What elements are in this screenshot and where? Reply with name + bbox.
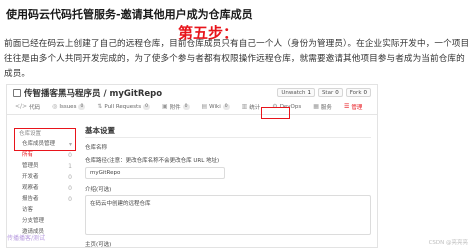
tab-badge: 0	[143, 103, 150, 110]
tab-pull-requests[interactable]: ⇅ Pull Requests 0	[97, 103, 150, 110]
unwatch-count: 1	[307, 90, 311, 96]
repo-path-input[interactable]: myGitRepo	[85, 167, 225, 179]
sidebar-item-label: 管理员	[22, 163, 39, 169]
page-title: 使用码云代码托管服务-邀请其他用户成为仓库成员	[6, 8, 253, 21]
code-icon: </>	[15, 103, 28, 110]
tab-label: 代码	[29, 104, 41, 111]
sidebar-item-admin[interactable]: 管理员 1	[13, 161, 73, 172]
tab-label: 统计	[249, 104, 261, 111]
chevron-down-icon: ▾	[68, 141, 72, 148]
star-count: 0	[335, 90, 339, 96]
repo-tabs: </> 代码 ◎ Issues 0 ⇅ Pull Requests 0 ▣ 附件 0 ▤ Wik…	[7, 99, 377, 115]
tab-badge: 0	[78, 103, 86, 110]
sidebar-item-count: 0	[68, 174, 72, 181]
sidebar-item-label: 观察者	[22, 185, 39, 191]
tab-services[interactable]: ▦ 服务	[313, 103, 332, 111]
unwatch-label: Unwatch	[281, 90, 306, 96]
tab-label: 附件	[169, 104, 181, 111]
watermark: CSDN @亮亮亮	[428, 240, 468, 246]
services-icon: ▦	[313, 103, 319, 110]
sidebar-item-all[interactable]: 所有 0	[13, 150, 73, 161]
sidebar-item-label: 访客	[22, 207, 34, 213]
manage-icon: ☰	[343, 103, 350, 110]
sidebar-item-label: 开发者	[22, 174, 39, 180]
sidebar-item-count: 0	[68, 152, 72, 159]
repo-header: 传智播客黑马程序员 / myGitRepo Unwatch 1 Star 0 For…	[7, 85, 377, 117]
sidebar-item-reporter[interactable]: 报告者 0	[13, 194, 73, 205]
tab-wiki[interactable]: ▤ Wiki 0	[202, 103, 230, 110]
star-button[interactable]: Star 0	[317, 88, 343, 97]
tab-label: 管理	[351, 104, 363, 111]
section-title: 基本设置	[85, 126, 115, 135]
description-textarea[interactable]: 在码云中创建的远程仓库	[85, 195, 371, 235]
description-label: 介绍(可选)	[85, 187, 112, 193]
tab-label: Wiki	[209, 103, 221, 110]
tab-label: Issues	[59, 103, 77, 110]
tab-label: 服务	[320, 104, 332, 111]
sidebar-item-label: 分支管理	[22, 218, 45, 224]
sidebar-item-label: 报告者	[22, 196, 39, 202]
sidebar-item-developer[interactable]: 开发者 0	[13, 172, 73, 183]
sidebar-item-count: 1	[68, 163, 72, 170]
repo-name-label: 仓库名称	[85, 145, 108, 151]
fork-label: Fork	[349, 90, 362, 96]
manage-tab-highlight	[261, 107, 290, 119]
wiki-icon: ▤	[201, 103, 208, 110]
pull-request-icon: ⇅	[97, 103, 103, 110]
repo-title[interactable]: 传智播客黑马程序员 / myGitRepo	[24, 87, 162, 99]
repo-screenshot: 传智播客黑马程序员 / myGitRepo Unwatch 1 Star 0 For…	[6, 84, 378, 248]
star-label: Star	[321, 90, 334, 96]
unwatch-button[interactable]: Unwatch 1	[277, 88, 315, 97]
repo-icon	[13, 89, 21, 97]
sidebar-item-observer[interactable]: 观察者 0	[13, 183, 73, 194]
repo-actions: Unwatch 1 Star 0 Fork 0	[277, 88, 371, 97]
repo-path-label: 仓库路径(注意：更改仓库名称不会更改仓库 URL 地址)	[85, 158, 220, 164]
tab-attachments[interactable]: ▣ 附件 0	[162, 103, 190, 111]
tab-manage[interactable]: ☰ 管理	[344, 103, 362, 111]
tab-badge: 0	[182, 103, 190, 110]
sidebar-item-visitor[interactable]: 访客	[13, 205, 73, 216]
issue-icon: ◎	[52, 103, 58, 110]
intro-paragraph: 前面已经在码云上创建了自己的远程仓库，目前仓库成员只有自己一个人（身份为管理员）…	[4, 39, 470, 79]
sidebar-item-count: 0	[68, 196, 72, 203]
tab-badge: 0	[222, 103, 230, 110]
fork-button[interactable]: Fork 0	[345, 88, 371, 97]
sidebar-item-label: 所有	[22, 152, 34, 158]
sidebar-item-member-management[interactable]: 仓库成员管理 ▾	[13, 139, 73, 150]
fork-count: 0	[363, 90, 368, 96]
tab-stats[interactable]: ▥ 统计	[242, 103, 261, 111]
sidebar-item-branch[interactable]: 分支管理	[13, 216, 73, 227]
sidebar-overlay-text: 传播播客/测试	[7, 235, 46, 242]
settings-main: 基本设置 仓库名称 仓库路径(注意：更改仓库名称不会更改仓库 URL 地址) m…	[85, 121, 375, 248]
homepage-label: 主页(可选)	[85, 242, 112, 248]
settings-sidebar: 仓库设置 仓库成员管理 ▾ 所有 0 管理员 1 开发者 0 观察者 0 报告者 0 访客 …	[7, 121, 76, 247]
tab-label: Pull Requests	[104, 103, 142, 110]
sidebar-item-label: 仓库成员管理	[22, 141, 56, 147]
divider	[85, 137, 371, 138]
tab-code[interactable]: </> 代码	[15, 103, 40, 111]
stats-icon: ▥	[241, 103, 248, 110]
attachment-icon: ▣	[161, 103, 168, 110]
sidebar-item-count: 0	[68, 185, 72, 192]
tab-issues[interactable]: ◎ Issues 0	[52, 103, 86, 110]
sidebar-items: 仓库成员管理 ▾ 所有 0 管理员 1 开发者 0 观察者 0 报告者 0 访客 分支管理 …	[13, 139, 73, 238]
